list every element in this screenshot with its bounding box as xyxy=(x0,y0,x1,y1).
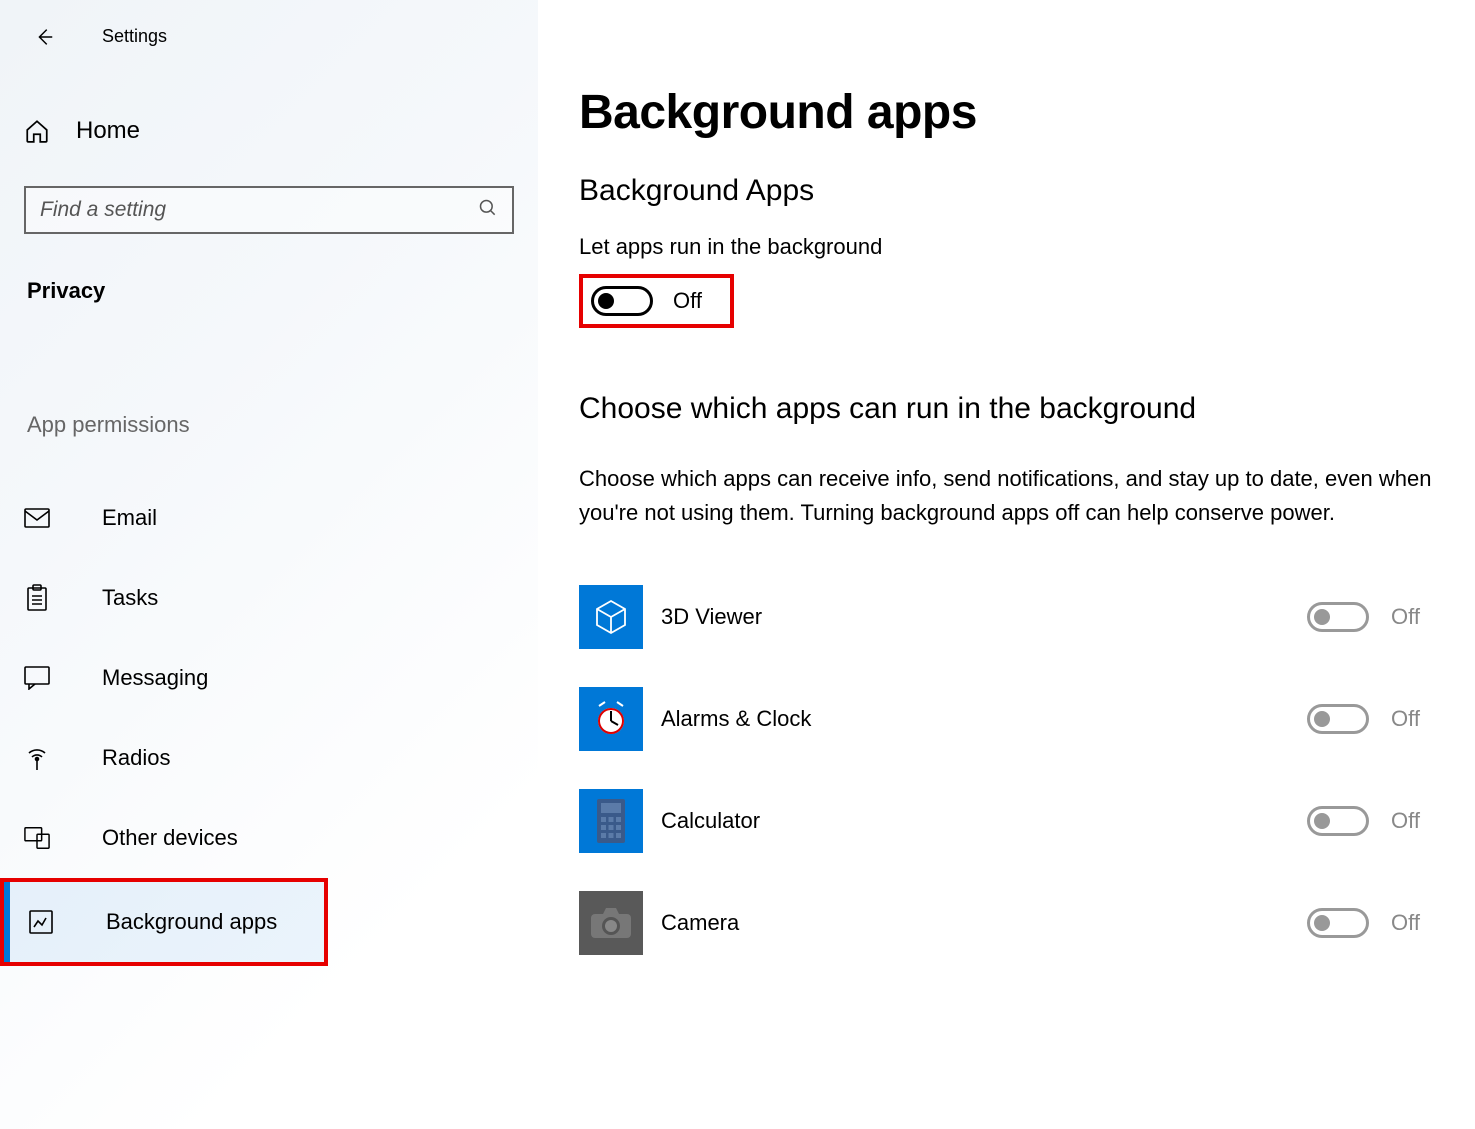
description: Choose which apps can receive info, send… xyxy=(579,462,1475,530)
app-toggle-state: Off xyxy=(1391,604,1420,630)
nav-label: Tasks xyxy=(102,585,158,611)
sidebar-item-background-apps[interactable]: Background apps xyxy=(4,882,324,962)
main-toggle[interactable] xyxy=(591,286,653,316)
sidebar-item-other-devices[interactable]: Other devices xyxy=(0,798,538,878)
app-toggle-state: Off xyxy=(1391,706,1420,732)
main-toggle-state: Off xyxy=(673,288,702,314)
app-name: Calculator xyxy=(661,808,1307,834)
app-toggle-3d-viewer[interactable] xyxy=(1307,602,1369,632)
app-row-alarms-clock: Alarms & Clock Off xyxy=(579,668,1475,770)
other-devices-icon xyxy=(24,825,50,851)
camera-icon xyxy=(579,891,643,955)
search-box[interactable] xyxy=(24,186,514,234)
sidebar-item-radios[interactable]: Radios xyxy=(0,718,538,798)
section-title-choose: Choose which apps can run in the backgro… xyxy=(579,392,1475,426)
nav-list: Email Tasks Messaging Radios Other devic xyxy=(0,478,538,966)
email-icon xyxy=(24,505,50,531)
app-toggle-calculator[interactable] xyxy=(1307,806,1369,836)
subsection-app-permissions: App permissions xyxy=(0,412,538,438)
messaging-icon xyxy=(24,665,50,691)
section-title-bg-apps: Background Apps xyxy=(579,174,1475,208)
home-nav[interactable]: Home xyxy=(0,106,538,156)
sidebar: Settings Home Privacy App permissions Em… xyxy=(0,0,538,1129)
radios-icon xyxy=(24,745,50,771)
app-row-3d-viewer: 3D Viewer Off xyxy=(579,566,1475,668)
alarms-clock-icon xyxy=(579,687,643,751)
background-apps-icon xyxy=(28,909,54,935)
app-name: Alarms & Clock xyxy=(661,706,1307,732)
nav-label: Radios xyxy=(102,745,170,771)
highlight-background-apps: Background apps xyxy=(0,878,328,966)
main-content: Background apps Background Apps Let apps… xyxy=(538,0,1475,1129)
app-toggle-alarms-clock[interactable] xyxy=(1307,704,1369,734)
highlight-main-toggle: Off xyxy=(579,274,734,328)
home-icon xyxy=(24,118,50,144)
back-button[interactable] xyxy=(24,17,64,57)
nav-label: Background apps xyxy=(106,909,277,935)
sidebar-item-email[interactable]: Email xyxy=(0,478,538,558)
calculator-icon xyxy=(579,789,643,853)
nav-label: Messaging xyxy=(102,665,208,691)
app-row-calculator: Calculator Off xyxy=(579,770,1475,872)
app-row-camera: Camera Off xyxy=(579,872,1475,974)
sidebar-item-messaging[interactable]: Messaging xyxy=(0,638,538,718)
setting-label: Let apps run in the background xyxy=(579,234,1475,260)
section-privacy: Privacy xyxy=(0,278,538,304)
app-name: Camera xyxy=(661,910,1307,936)
nav-label: Other devices xyxy=(102,825,238,851)
app-toggle-state: Off xyxy=(1391,808,1420,834)
page-title: Background apps xyxy=(579,85,1475,140)
app-toggle-camera[interactable] xyxy=(1307,908,1369,938)
window-title: Settings xyxy=(102,26,167,47)
nav-label: Email xyxy=(102,505,157,531)
header: Settings xyxy=(0,0,538,56)
app-toggle-state: Off xyxy=(1391,910,1420,936)
3d-viewer-icon xyxy=(579,585,643,649)
home-label: Home xyxy=(76,117,140,145)
search-input[interactable] xyxy=(40,198,478,222)
app-name: 3D Viewer xyxy=(661,604,1307,630)
tasks-icon xyxy=(24,585,50,611)
sidebar-item-tasks[interactable]: Tasks xyxy=(0,558,538,638)
search-icon xyxy=(478,198,498,223)
